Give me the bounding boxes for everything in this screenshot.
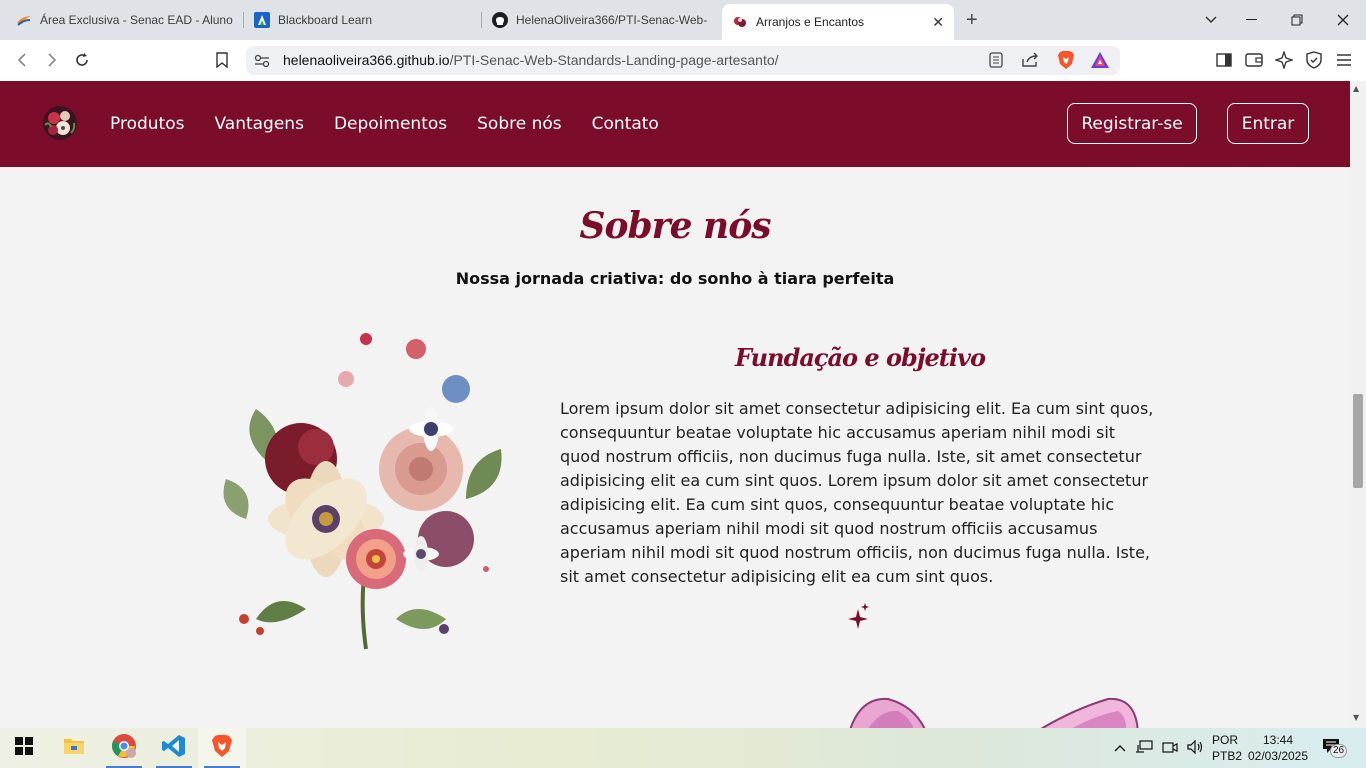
taskbar-chrome[interactable] bbox=[100, 728, 148, 768]
reader-mode-icon[interactable] bbox=[986, 50, 1006, 70]
clock-time: 13:44 bbox=[1262, 733, 1294, 747]
brave-shields-icon[interactable] bbox=[1056, 50, 1076, 70]
url-path: /PTI-Senac-Web-Standards-Landing-page-ar… bbox=[449, 52, 779, 68]
page-scrollbar[interactable]: ▲ ▼ bbox=[1350, 81, 1366, 728]
sparkle-icon bbox=[848, 603, 870, 629]
url-text: helenaoliveira366.github.io/PTI-Senac-We… bbox=[283, 52, 779, 68]
tab-github[interactable]: HelenaOliveira366/PTI-Senac-Web- bbox=[482, 6, 720, 34]
register-button[interactable]: Registrar-se bbox=[1067, 103, 1197, 144]
file-explorer-icon bbox=[63, 737, 85, 759]
section-title: Sobre nós bbox=[579, 205, 771, 247]
github-icon bbox=[492, 12, 508, 28]
site-settings-icon[interactable] bbox=[252, 51, 272, 71]
taskbar-file-explorer[interactable] bbox=[50, 728, 98, 768]
scroll-down-arrow-icon[interactable]: ▼ bbox=[1353, 713, 1359, 722]
tab-senac[interactable]: Área Exclusiva - Senac EAD - Aluno bbox=[6, 6, 244, 34]
site-header: Produtos Vantagens Depoimentos Sobre nós… bbox=[0, 81, 1350, 167]
vpn-shield-icon[interactable] bbox=[1304, 50, 1324, 70]
new-tab-button[interactable]: + bbox=[966, 9, 978, 32]
language-indicator[interactable]: POR PTB2 bbox=[1212, 728, 1242, 768]
login-button[interactable]: Entrar bbox=[1227, 103, 1309, 144]
vscode-icon bbox=[162, 734, 186, 762]
close-window-icon[interactable] bbox=[1320, 0, 1366, 40]
tab-title: Arranjos e Encantos bbox=[756, 15, 865, 29]
notification-center[interactable]: 26 bbox=[1322, 728, 1348, 768]
share-icon[interactable] bbox=[1020, 50, 1040, 70]
back-arrow-icon[interactable] bbox=[10, 48, 34, 72]
forward-arrow-icon[interactable] bbox=[40, 48, 64, 72]
tab-title: Blackboard Learn bbox=[278, 13, 373, 27]
start-button[interactable] bbox=[0, 728, 48, 768]
browser-tab-strip: Área Exclusiva - Senac EAD - Aluno Black… bbox=[0, 0, 1366, 40]
tab-title: Área Exclusiva - Senac EAD - Aluno bbox=[40, 13, 233, 27]
windows-taskbar: POR PTB2 13:44 02/03/2025 26 bbox=[0, 728, 1366, 768]
notification-icon: 26 bbox=[1322, 738, 1348, 758]
page-viewport: Produtos Vantagens Depoimentos Sobre nós… bbox=[0, 81, 1350, 728]
browser-toolbar: helenaoliveira366.github.io/PTI-Senac-We… bbox=[0, 40, 1366, 81]
block-title: Fundação e objetivo bbox=[735, 343, 986, 372]
brave-icon bbox=[211, 734, 233, 762]
clock[interactable]: 13:44 02/03/2025 bbox=[1246, 728, 1310, 768]
main-nav: Produtos Vantagens Depoimentos Sobre nós… bbox=[110, 114, 659, 134]
senac-icon bbox=[16, 12, 32, 28]
restore-icon[interactable] bbox=[1274, 0, 1320, 40]
nav-link-depoimentos[interactable]: Depoimentos bbox=[334, 114, 447, 134]
reload-icon[interactable] bbox=[70, 48, 94, 72]
keyboard-layout: PTB2 bbox=[1212, 749, 1243, 763]
volume-icon[interactable] bbox=[1187, 739, 1205, 757]
taskbar-brave[interactable] bbox=[198, 728, 246, 768]
brave-rewards-icon[interactable] bbox=[1090, 50, 1110, 70]
site-logo[interactable] bbox=[41, 103, 79, 143]
address-bar[interactable]: helenaoliveira366.github.io/PTI-Senac-We… bbox=[246, 46, 1120, 75]
close-tab-icon[interactable]: ✕ bbox=[932, 14, 944, 31]
nav-link-produtos[interactable]: Produtos bbox=[110, 114, 184, 134]
taskbar-vscode[interactable] bbox=[150, 728, 198, 768]
windows-start-icon bbox=[15, 737, 33, 759]
leo-ai-icon[interactable] bbox=[1274, 50, 1294, 70]
meet-now-icon[interactable] bbox=[1162, 740, 1178, 757]
show-hidden-icons-chevron-icon[interactable] bbox=[1114, 741, 1126, 755]
chrome-icon bbox=[111, 733, 137, 763]
nav-link-sobre-nos[interactable]: Sobre nós bbox=[477, 114, 562, 134]
flower-icon bbox=[732, 14, 748, 30]
blackboard-icon bbox=[254, 12, 270, 28]
nav-link-vantagens[interactable]: Vantagens bbox=[214, 114, 303, 134]
scroll-up-arrow-icon[interactable]: ▲ bbox=[1353, 84, 1359, 93]
url-domain: helenaoliveira366.github.io bbox=[283, 52, 450, 68]
sidebar-icon[interactable] bbox=[1214, 50, 1234, 70]
minimize-icon[interactable] bbox=[1228, 0, 1274, 40]
notification-count-badge: 26 bbox=[1330, 744, 1348, 758]
menu-icon[interactable] bbox=[1334, 50, 1354, 70]
tab-blackboard[interactable]: Blackboard Learn bbox=[244, 6, 482, 34]
section-subtitle: Nossa jornada criativa: do sonho à tiara… bbox=[455, 269, 895, 288]
wallet-icon[interactable] bbox=[1244, 50, 1264, 70]
language-code: POR bbox=[1212, 733, 1239, 747]
scrollbar-thumb[interactable] bbox=[1353, 394, 1363, 488]
nav-link-contato[interactable]: Contato bbox=[592, 114, 659, 134]
clock-date: 02/03/2025 bbox=[1247, 749, 1309, 763]
system-tray bbox=[1114, 728, 1205, 768]
tab-arranjos-active[interactable]: Arranjos e Encantos ✕ bbox=[722, 4, 954, 40]
ribbon-bows-image bbox=[838, 697, 1148, 728]
flower-bouquet-image bbox=[216, 319, 508, 659]
network-icon[interactable] bbox=[1135, 739, 1153, 757]
block-paragraph: Lorem ipsum dolor sit amet consectetur a… bbox=[560, 399, 1154, 586]
tab-title: HelenaOliveira366/PTI-Senac-Web- bbox=[516, 13, 708, 27]
bookmark-icon[interactable] bbox=[210, 48, 234, 72]
